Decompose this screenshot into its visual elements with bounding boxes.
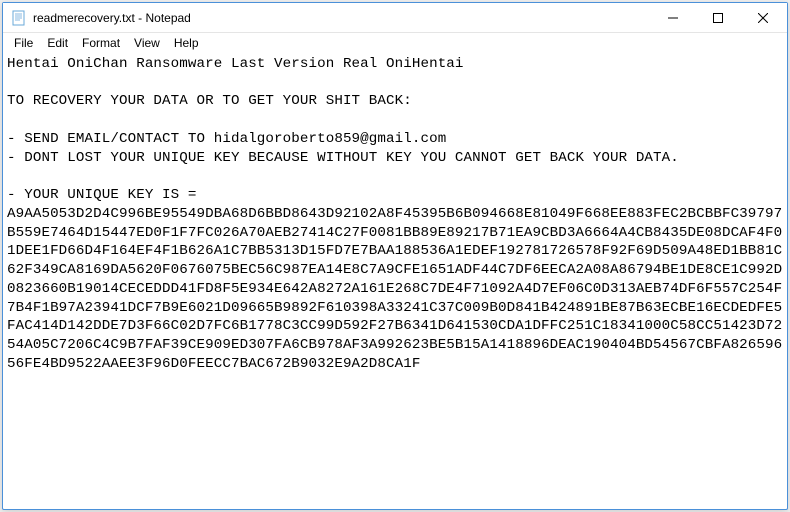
- menu-file[interactable]: File: [7, 34, 40, 52]
- menu-edit[interactable]: Edit: [40, 34, 75, 52]
- text-line: Hentai OniChan Ransomware Last Version R…: [7, 56, 464, 72]
- menu-help[interactable]: Help: [167, 34, 206, 52]
- notepad-icon: [11, 10, 27, 26]
- close-button[interactable]: [740, 3, 785, 32]
- text-area[interactable]: Hentai OniChan Ransomware Last Version R…: [3, 53, 787, 509]
- text-line: - DONT LOST YOUR UNIQUE KEY BECAUSE WITH…: [7, 150, 679, 166]
- text-line: - SEND EMAIL/CONTACT TO hidalgoroberto85…: [7, 131, 446, 147]
- menu-view[interactable]: View: [127, 34, 167, 52]
- window-controls: [650, 3, 785, 32]
- menu-format[interactable]: Format: [75, 34, 127, 52]
- text-line: TO RECOVERY YOUR DATA OR TO GET YOUR SHI…: [7, 93, 412, 109]
- text-line: - YOUR UNIQUE KEY IS =: [7, 187, 197, 203]
- titlebar[interactable]: readmerecovery.txt - Notepad: [3, 3, 787, 33]
- menubar: File Edit Format View Help: [3, 33, 787, 53]
- unique-key-block: A9AA5053D2D4C996BE95549DBA68D6BBD8643D92…: [7, 206, 782, 372]
- notepad-window: readmerecovery.txt - Notepad File Edit F…: [2, 2, 788, 510]
- maximize-button[interactable]: [695, 3, 740, 32]
- minimize-button[interactable]: [650, 3, 695, 32]
- window-title: readmerecovery.txt - Notepad: [33, 11, 650, 25]
